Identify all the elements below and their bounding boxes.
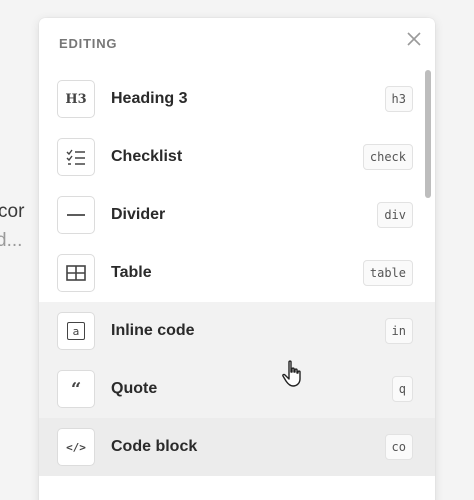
shortcut-badge: div — [377, 202, 413, 228]
menu-item-label: Divider — [111, 206, 166, 223]
icon-text: </> — [66, 440, 86, 454]
menu-item-checklist[interactable]: Checklist check — [39, 128, 435, 186]
shortcut-badge: check — [362, 144, 413, 170]
menu-item-quote[interactable]: “ Quote q — [39, 360, 435, 418]
menu-item-label: Heading 3 — [111, 90, 188, 107]
menu-item-label: Code block — [111, 438, 198, 455]
code-block-icon: </> — [57, 428, 95, 466]
pointer-cursor-icon — [282, 360, 301, 387]
editor-placeholder-text: d... — [0, 230, 23, 251]
inline-code-icon: a — [57, 312, 95, 350]
divider-icon — [57, 196, 95, 234]
icon-text: H3 — [65, 91, 87, 107]
table-icon — [57, 254, 95, 292]
icon-text: a — [67, 322, 85, 340]
shortcut-badge: q — [391, 376, 413, 402]
editor-text-line: cor — [0, 201, 25, 222]
menu-item-code-block[interactable]: </> Code block co — [39, 418, 435, 476]
menu-item-divider[interactable]: Divider div — [39, 186, 435, 244]
heading-3-icon: H3 — [57, 80, 95, 118]
shortcut-badge: co — [384, 434, 413, 460]
shortcut-badge: h3 — [384, 86, 413, 112]
shortcut-badge: table — [362, 260, 413, 286]
section-title: EDITING — [59, 36, 118, 51]
close-button[interactable] — [405, 30, 423, 48]
close-icon — [407, 32, 421, 46]
slash-command-menu: EDITING H3 Heading 3 h3 Checklist check … — [39, 18, 435, 500]
menu-item-heading-3[interactable]: H3 Heading 3 h3 — [39, 70, 435, 128]
shortcut-badge: in — [384, 318, 413, 344]
quote-icon: “ — [57, 370, 95, 408]
menu-item-label: Quote — [111, 380, 158, 397]
checklist-icon — [57, 138, 95, 176]
menu-item-inline-code[interactable]: a Inline code in — [39, 302, 435, 360]
menu-item-table[interactable]: Table table — [39, 244, 435, 302]
menu-item-label: Table — [111, 264, 152, 281]
menu-item-label: Checklist — [111, 148, 183, 165]
command-list: H3 Heading 3 h3 Checklist check Divider … — [39, 70, 435, 476]
editor-page: cor d... EDITING H3 Heading 3 h3 Checkli… — [0, 0, 474, 500]
menu-item-label: Inline code — [111, 322, 195, 339]
